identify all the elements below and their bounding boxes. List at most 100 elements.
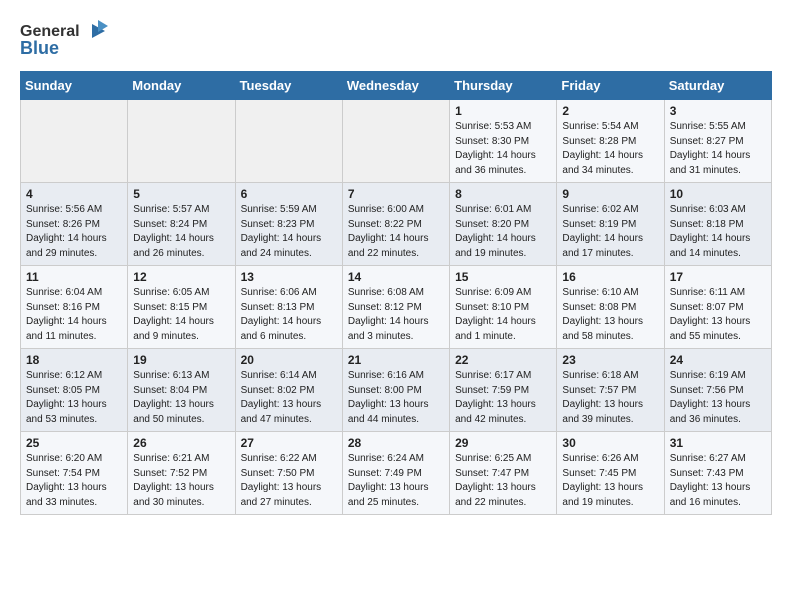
cell-content: Sunrise: 6:16 AM Sunset: 8:00 PM Dayligh…: [348, 369, 444, 427]
day-number: 16: [562, 270, 658, 284]
weekday-tuesday: Tuesday: [235, 72, 342, 100]
day-number: 29: [455, 436, 551, 450]
calendar-cell: 28 Sunrise: 6:24 AM Sunset: 7:49 PM Dayli…: [342, 432, 449, 515]
cell-content: Sunrise: 6:06 AM Sunset: 8:13 PM Dayligh…: [241, 286, 337, 344]
calendar-table: SundayMondayTuesdayWednesdayThursdayFrid…: [20, 71, 772, 515]
week-row-2: 11 Sunrise: 6:04 AM Sunset: 8:16 PM Dayli…: [21, 266, 772, 349]
calendar-cell: 22Sunrise: 6:17 AM Sunset: 7:59 PM Dayli…: [450, 349, 557, 432]
cell-content: Sunrise: 6:24 AM Sunset: 7:49 PM Dayligh…: [348, 452, 444, 510]
cell-content: Sunrise: 6:26 AM Sunset: 7:45 PM Dayligh…: [562, 452, 658, 510]
day-number: 28: [348, 436, 444, 450]
weekday-saturday: Saturday: [664, 72, 771, 100]
cell-content: Sunrise: 5:53 AM Sunset: 8:30 PM Dayligh…: [455, 120, 551, 178]
calendar-cell: 11 Sunrise: 6:04 AM Sunset: 8:16 PM Dayli…: [21, 266, 128, 349]
calendar-cell: [21, 100, 128, 183]
cell-content: Sunrise: 5:56 AM Sunset: 8:26 PM Dayligh…: [26, 203, 122, 261]
week-row-3: 18 Sunrise: 6:12 AM Sunset: 8:05 PM Dayli…: [21, 349, 772, 432]
day-number: 17: [670, 270, 766, 284]
cell-content: Sunrise: 5:55 AM Sunset: 8:27 PM Dayligh…: [670, 120, 766, 178]
cell-content: Sunrise: 5:54 AM Sunset: 8:28 PM Dayligh…: [562, 120, 658, 178]
calendar-cell: 17 Sunrise: 6:11 AM Sunset: 8:07 PM Dayli…: [664, 266, 771, 349]
calendar-cell: 7 Sunrise: 6:00 AM Sunset: 8:22 PM Daylig…: [342, 183, 449, 266]
cell-content: Sunrise: 6:13 AM Sunset: 8:04 PM Dayligh…: [133, 369, 229, 427]
calendar-cell: 15Sunrise: 6:09 AM Sunset: 8:10 PM Dayli…: [450, 266, 557, 349]
day-number: 26: [133, 436, 229, 450]
day-number: 1: [455, 104, 551, 118]
cell-content: Sunrise: 6:14 AM Sunset: 8:02 PM Dayligh…: [241, 369, 337, 427]
day-number: 6: [241, 187, 337, 201]
calendar-cell: 8 Sunrise: 6:01 AM Sunset: 8:20 PM Daylig…: [450, 183, 557, 266]
calendar-cell: 31 Sunrise: 6:27 AM Sunset: 7:43 PM Dayli…: [664, 432, 771, 515]
cell-content: Sunrise: 6:18 AM Sunset: 7:57 PM Dayligh…: [562, 369, 658, 427]
day-number: 22: [455, 353, 551, 367]
cell-content: Sunrise: 6:04 AM Sunset: 8:16 PM Dayligh…: [26, 286, 122, 344]
calendar-cell: 14 Sunrise: 6:08 AM Sunset: 8:12 PM Dayli…: [342, 266, 449, 349]
cell-content: Sunrise: 6:27 AM Sunset: 7:43 PM Dayligh…: [670, 452, 766, 510]
cell-content: Sunrise: 6:21 AM Sunset: 7:52 PM Dayligh…: [133, 452, 229, 510]
day-number: 21: [348, 353, 444, 367]
day-number: 20: [241, 353, 337, 367]
calendar-cell: 18 Sunrise: 6:12 AM Sunset: 8:05 PM Dayli…: [21, 349, 128, 432]
calendar-cell: 5Sunrise: 5:57 AM Sunset: 8:24 PM Daylig…: [128, 183, 235, 266]
day-number: 18: [26, 353, 122, 367]
weekday-friday: Friday: [557, 72, 664, 100]
day-number: 19: [133, 353, 229, 367]
day-number: 12: [133, 270, 229, 284]
cell-content: Sunrise: 5:59 AM Sunset: 8:23 PM Dayligh…: [241, 203, 337, 261]
cell-content: Sunrise: 6:11 AM Sunset: 8:07 PM Dayligh…: [670, 286, 766, 344]
calendar-cell: 21 Sunrise: 6:16 AM Sunset: 8:00 PM Dayli…: [342, 349, 449, 432]
week-row-0: 1 Sunrise: 5:53 AM Sunset: 8:30 PM Daylig…: [21, 100, 772, 183]
day-number: 11: [26, 270, 122, 284]
day-number: 27: [241, 436, 337, 450]
calendar-cell: 9 Sunrise: 6:02 AM Sunset: 8:19 PM Daylig…: [557, 183, 664, 266]
cell-content: Sunrise: 6:10 AM Sunset: 8:08 PM Dayligh…: [562, 286, 658, 344]
calendar-cell: [342, 100, 449, 183]
day-number: 14: [348, 270, 444, 284]
cell-content: Sunrise: 6:19 AM Sunset: 7:56 PM Dayligh…: [670, 369, 766, 427]
calendar-cell: 24 Sunrise: 6:19 AM Sunset: 7:56 PM Dayli…: [664, 349, 771, 432]
calendar-cell: 19 Sunrise: 6:13 AM Sunset: 8:04 PM Dayli…: [128, 349, 235, 432]
weekday-wednesday: Wednesday: [342, 72, 449, 100]
day-number: 2: [562, 104, 658, 118]
calendar-cell: 12Sunrise: 6:05 AM Sunset: 8:15 PM Dayli…: [128, 266, 235, 349]
cell-content: Sunrise: 6:09 AM Sunset: 8:10 PM Dayligh…: [455, 286, 551, 344]
calendar-cell: 4Sunrise: 5:56 AM Sunset: 8:26 PM Daylig…: [21, 183, 128, 266]
day-number: 7: [348, 187, 444, 201]
calendar-cell: 10Sunrise: 6:03 AM Sunset: 8:18 PM Dayli…: [664, 183, 771, 266]
weekday-monday: Monday: [128, 72, 235, 100]
day-number: 31: [670, 436, 766, 450]
day-number: 5: [133, 187, 229, 201]
day-number: 9: [562, 187, 658, 201]
day-number: 23: [562, 353, 658, 367]
week-row-1: 4Sunrise: 5:56 AM Sunset: 8:26 PM Daylig…: [21, 183, 772, 266]
day-number: 3: [670, 104, 766, 118]
calendar-cell: [128, 100, 235, 183]
calendar-cell: 30Sunrise: 6:26 AM Sunset: 7:45 PM Dayli…: [557, 432, 664, 515]
cell-content: Sunrise: 6:08 AM Sunset: 8:12 PM Dayligh…: [348, 286, 444, 344]
day-number: 13: [241, 270, 337, 284]
calendar-body: 1 Sunrise: 5:53 AM Sunset: 8:30 PM Daylig…: [21, 100, 772, 515]
calendar-cell: 20 Sunrise: 6:14 AM Sunset: 8:02 PM Dayli…: [235, 349, 342, 432]
logo-icon: General Blue: [20, 16, 110, 61]
weekday-sunday: Sunday: [21, 72, 128, 100]
cell-content: Sunrise: 6:20 AM Sunset: 7:54 PM Dayligh…: [26, 452, 122, 510]
day-number: 10: [670, 187, 766, 201]
calendar-cell: 13 Sunrise: 6:06 AM Sunset: 8:13 PM Dayli…: [235, 266, 342, 349]
cell-content: Sunrise: 6:22 AM Sunset: 7:50 PM Dayligh…: [241, 452, 337, 510]
logo: General Blue: [20, 16, 110, 61]
cell-content: Sunrise: 6:25 AM Sunset: 7:47 PM Dayligh…: [455, 452, 551, 510]
calendar-cell: 26 Sunrise: 6:21 AM Sunset: 7:52 PM Dayli…: [128, 432, 235, 515]
header: General Blue: [20, 16, 772, 61]
cell-content: Sunrise: 6:01 AM Sunset: 8:20 PM Dayligh…: [455, 203, 551, 261]
calendar-cell: 3 Sunrise: 5:55 AM Sunset: 8:27 PM Daylig…: [664, 100, 771, 183]
calendar-cell: [235, 100, 342, 183]
cell-content: Sunrise: 6:12 AM Sunset: 8:05 PM Dayligh…: [26, 369, 122, 427]
day-number: 8: [455, 187, 551, 201]
day-number: 24: [670, 353, 766, 367]
weekday-header-row: SundayMondayTuesdayWednesdayThursdayFrid…: [21, 72, 772, 100]
cell-content: Sunrise: 6:02 AM Sunset: 8:19 PM Dayligh…: [562, 203, 658, 261]
svg-text:Blue: Blue: [20, 38, 59, 58]
calendar-cell: 23 Sunrise: 6:18 AM Sunset: 7:57 PM Dayli…: [557, 349, 664, 432]
week-row-4: 25Sunrise: 6:20 AM Sunset: 7:54 PM Dayli…: [21, 432, 772, 515]
cell-content: Sunrise: 6:00 AM Sunset: 8:22 PM Dayligh…: [348, 203, 444, 261]
